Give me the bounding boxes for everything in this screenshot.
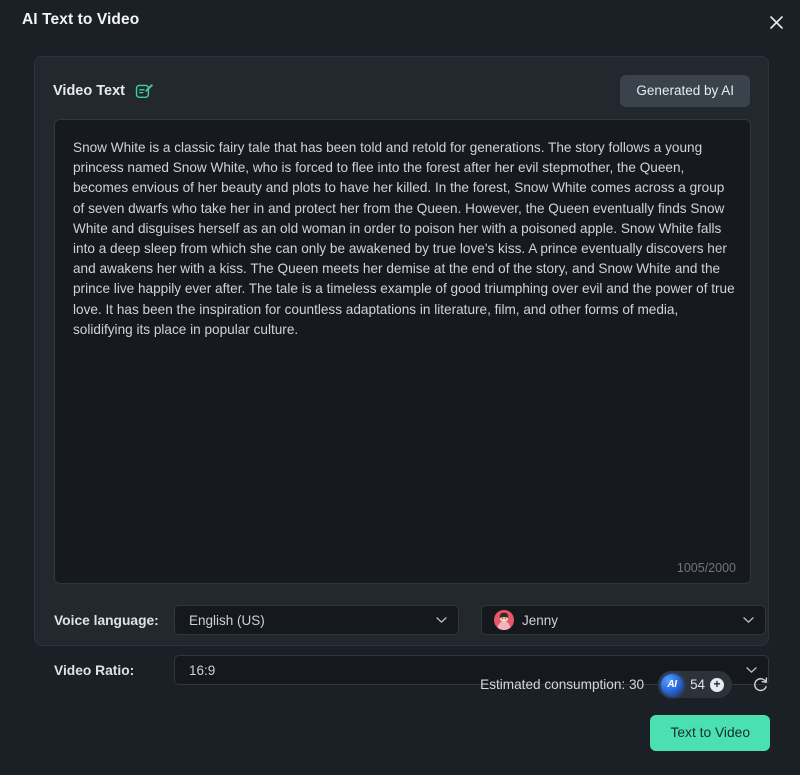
estimated-consumption-label: Estimated consumption: 30 bbox=[480, 677, 645, 692]
voice-language-label: Voice language: bbox=[54, 612, 159, 628]
voice-language-row: Voice language: English (US) Jenny bbox=[54, 605, 766, 635]
ai-text-to-video-dialog: AI Text to Video Video Text Generated by… bbox=[0, 0, 800, 775]
video-text-label: Video Text bbox=[53, 83, 125, 99]
generated-by-ai-button[interactable]: Generated by AI bbox=[620, 75, 750, 107]
ai-credit-icon: AI bbox=[661, 673, 684, 696]
text-to-video-button[interactable]: Text to Video bbox=[650, 715, 770, 751]
video-text-value: Snow White is a classic fairy tale that … bbox=[73, 140, 739, 337]
refresh-icon[interactable] bbox=[750, 675, 770, 695]
credits-count: 54 bbox=[690, 677, 705, 692]
voice-name-select[interactable]: Jenny bbox=[481, 605, 766, 635]
avatar bbox=[494, 610, 514, 630]
close-icon bbox=[769, 15, 784, 30]
close-button[interactable] bbox=[762, 8, 790, 36]
page-title: AI Text to Video bbox=[22, 11, 140, 28]
voice-language-value: English (US) bbox=[189, 612, 265, 628]
voice-name-value: Jenny bbox=[522, 612, 559, 628]
chevron-down-icon bbox=[743, 617, 754, 624]
card-header: Video Text Generated by AI bbox=[53, 75, 750, 107]
video-text-textarea[interactable]: Snow White is a classic fairy tale that … bbox=[54, 119, 751, 584]
chevron-down-icon bbox=[436, 617, 447, 624]
credits-pill[interactable]: AI 54 + bbox=[658, 671, 732, 698]
plus-icon[interactable]: + bbox=[710, 677, 724, 692]
consumption-row: Estimated consumption: 30 AI 54 + bbox=[480, 671, 770, 698]
video-text-card: Video Text Generated by AI Snow White is… bbox=[34, 56, 769, 685]
dialog-titlebar: AI Text to Video bbox=[0, 0, 800, 40]
dialog-footer: Estimated consumption: 30 AI 54 + Text t… bbox=[0, 660, 800, 775]
voice-language-select[interactable]: English (US) bbox=[174, 605, 459, 635]
edit-note-icon[interactable] bbox=[135, 81, 155, 101]
character-counter: 1005/2000 bbox=[676, 561, 736, 575]
